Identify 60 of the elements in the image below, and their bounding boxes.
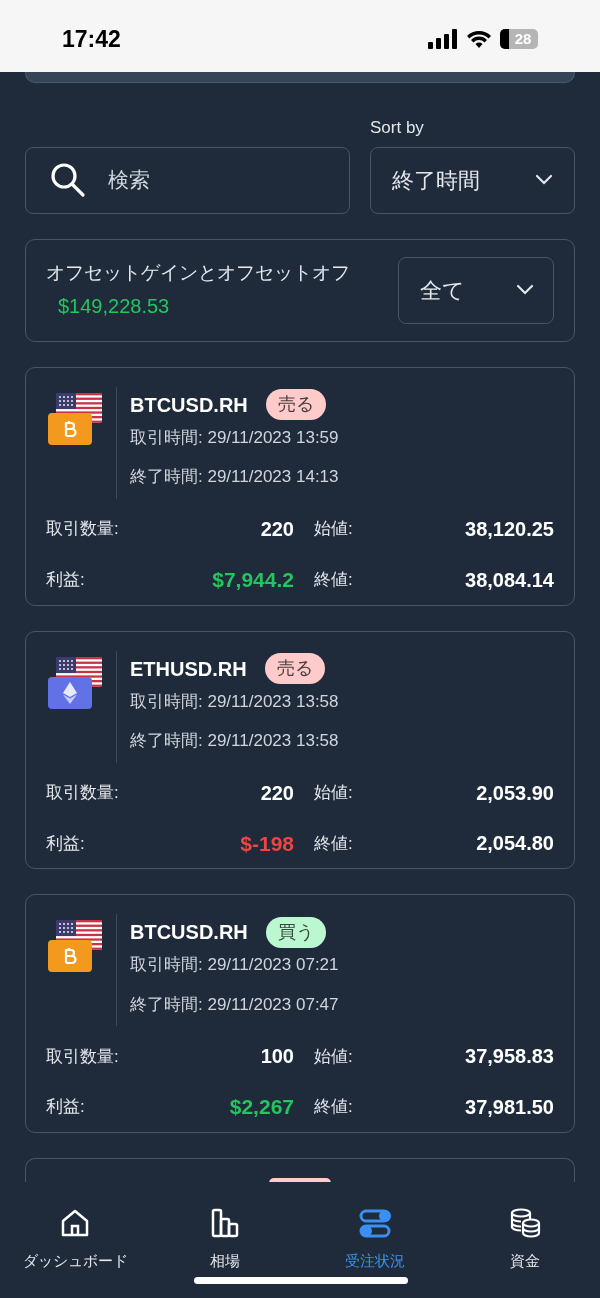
trade-card[interactable]: BTCUSD.RH 買う 取引時間: 29/11/2023 07:21 終了時間: 29/11/2023 07:47 取引数量: 100 始値: 37,958.83 利益: $2,267 終値: 37,981.50 bbox=[25, 894, 575, 1133]
open-price-label: 始値: bbox=[313, 518, 354, 541]
trade-card[interactable]: BTCUSD.RH 売る 取引時間: 29/11/2023 13:59 終了時間: 29/11/2023 14:13 取引数量: 220 始値: 38,120.25 利益: $7,944.2 終値: 38,084.14 bbox=[25, 366, 575, 606]
summary-amount: $149,228.53 bbox=[57, 294, 171, 320]
quantity-label: 取引数量: bbox=[46, 518, 120, 541]
open-time: 取引時間: 29/11/2023 13:59 bbox=[130, 426, 339, 449]
nav-tab[interactable]: 資金 bbox=[450, 1182, 600, 1298]
open-price-label: 始値: bbox=[313, 1045, 354, 1068]
open-price-value: 2,053.90 bbox=[475, 780, 554, 806]
close-price-label: 終値: bbox=[313, 568, 354, 591]
open-price-label: 始値: bbox=[313, 781, 354, 804]
search-field[interactable]: 検索 bbox=[25, 146, 350, 214]
ethereum-icon bbox=[48, 676, 92, 709]
close-price-value: 38,084.14 bbox=[464, 567, 554, 593]
sort-dropdown[interactable]: 終了時間 bbox=[370, 146, 575, 214]
close-price-label: 終値: bbox=[313, 832, 354, 855]
status-time: 17:42 bbox=[62, 24, 121, 54]
open-time: 取引時間: 29/11/2023 13:58 bbox=[130, 690, 339, 713]
bitcoin-icon bbox=[48, 412, 92, 445]
trade-symbol: BTCUSD.RH bbox=[130, 920, 248, 946]
side-badge: 売る bbox=[264, 653, 325, 685]
nav-tab[interactable]: 相場 bbox=[150, 1182, 300, 1298]
open-price-value: 37,958.83 bbox=[464, 1044, 554, 1070]
quantity-value: 100 bbox=[259, 1044, 294, 1070]
open-price-value: 38,120.25 bbox=[464, 516, 554, 542]
close-time: 終了時間: 29/11/2023 13:58 bbox=[130, 730, 339, 753]
close-time: 終了時間: 29/11/2023 07:47 bbox=[130, 993, 339, 1016]
profit-value: $-198 bbox=[239, 830, 294, 857]
profit-label: 利益: bbox=[46, 832, 86, 855]
sort-label: Sort by bbox=[370, 117, 425, 139]
profit-value: $2,267 bbox=[228, 1094, 294, 1121]
trade-symbol: ETHUSD.RH bbox=[130, 656, 247, 682]
search-icon bbox=[50, 161, 86, 198]
profit-value: $7,944.2 bbox=[211, 566, 294, 593]
close-time: 終了時間: 29/11/2023 14:13 bbox=[130, 466, 339, 489]
quantity-label: 取引数量: bbox=[46, 1045, 120, 1068]
close-price-value: 37,981.50 bbox=[464, 1095, 554, 1121]
side-badge: 売る bbox=[265, 389, 326, 421]
quantity-label: 取引数量: bbox=[46, 781, 120, 804]
close-price-label: 終値: bbox=[313, 1096, 354, 1119]
chevron-down-icon bbox=[534, 174, 554, 186]
bitcoin-icon bbox=[48, 940, 92, 973]
chevron-down-icon bbox=[515, 284, 535, 297]
signal-icon bbox=[428, 29, 458, 49]
wifi-icon bbox=[466, 29, 492, 49]
battery-indicator: 28 bbox=[500, 29, 538, 49]
coins-icon bbox=[508, 1206, 542, 1240]
open-time: 取引時間: 29/11/2023 07:21 bbox=[130, 954, 339, 977]
filter-dropdown[interactable]: 全て bbox=[398, 256, 554, 324]
quantity-value: 220 bbox=[259, 780, 294, 806]
side-badge: 買う bbox=[265, 916, 326, 948]
trade-symbol: BTCUSD.RH bbox=[130, 392, 248, 418]
quantity-value: 220 bbox=[259, 516, 294, 542]
summary-label: オフセットゲインとオフセットオフ bbox=[46, 260, 350, 285]
profit-label: 利益: bbox=[46, 568, 86, 591]
trade-card[interactable]: ETHUSD.RH 売る 取引時間: 29/11/2023 13:58 終了時間: 29/11/2023 13:58 取引数量: 220 始値: 2,053.90 利益: $-198 終値: 2,054.80 bbox=[25, 630, 575, 870]
close-price-value: 2,054.80 bbox=[475, 831, 554, 857]
nav-tab[interactable]: 受注状況 bbox=[300, 1182, 450, 1298]
profit-label: 利益: bbox=[46, 1096, 86, 1119]
nav-tab[interactable]: ダッシュボード bbox=[0, 1182, 150, 1298]
